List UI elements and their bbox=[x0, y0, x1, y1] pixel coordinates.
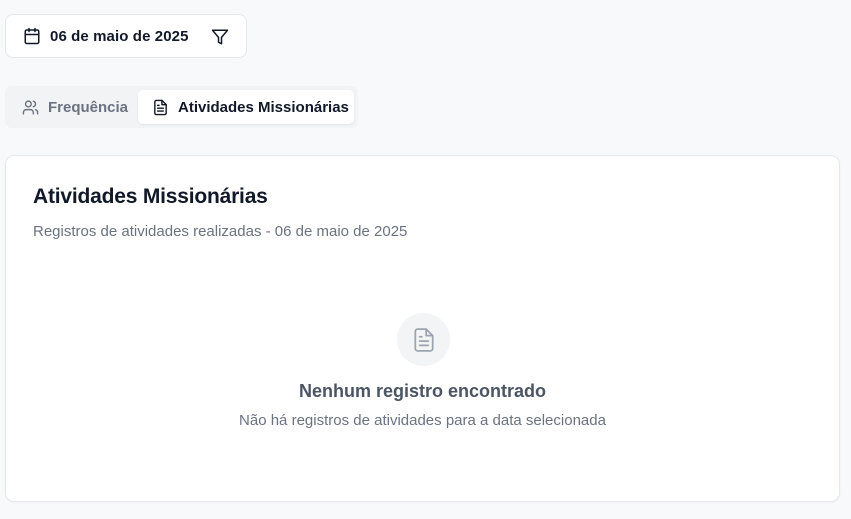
card-subtitle: Registros de atividades realizadas - 06 … bbox=[33, 223, 408, 240]
activities-card: Atividades Missionárias Registros de ati… bbox=[5, 155, 840, 502]
selected-date: 06 de maio de 2025 bbox=[50, 27, 189, 45]
date-filter-bar: 06 de maio de 2025 bbox=[5, 14, 247, 58]
tab-atividades-label: Atividades Missionárias bbox=[178, 98, 349, 116]
card-title: Atividades Missionárias bbox=[33, 185, 268, 208]
tab-list: Frequência Atividades Missionárias bbox=[5, 86, 358, 128]
filter-button[interactable] bbox=[209, 26, 231, 48]
file-text-icon bbox=[154, 99, 167, 115]
file-text-icon bbox=[413, 327, 434, 352]
users-icon bbox=[22, 99, 39, 115]
tab-frequencia[interactable]: Frequência bbox=[9, 90, 138, 124]
tab-frequencia-label: Frequência bbox=[48, 98, 129, 116]
date-picker-button[interactable]: 06 de maio de 2025 bbox=[6, 15, 189, 57]
empty-state-text: Não há registros de atividades para a da… bbox=[239, 412, 606, 429]
filter-icon bbox=[211, 29, 229, 45]
calendar-icon bbox=[24, 27, 40, 45]
empty-state-title: Nenhum registro encontrado bbox=[298, 381, 547, 401]
empty-state-icon-wrapper bbox=[397, 313, 450, 366]
tab-atividades-missionarias[interactable]: Atividades Missionárias bbox=[138, 90, 354, 124]
